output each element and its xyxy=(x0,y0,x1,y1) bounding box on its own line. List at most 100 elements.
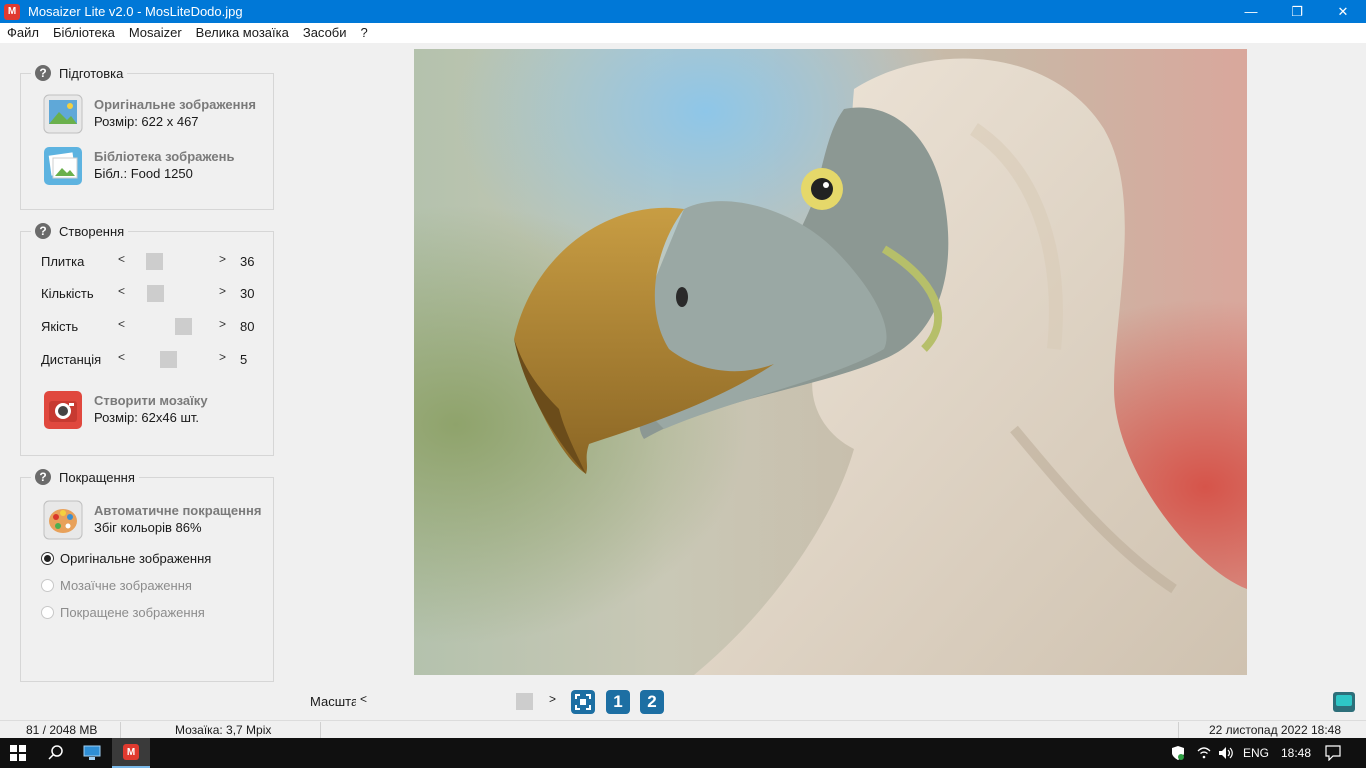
start-button[interactable] xyxy=(0,738,36,768)
slider-track[interactable]: < > xyxy=(116,316,228,336)
taskbar-mosaizer[interactable]: M xyxy=(112,738,150,768)
menu-help[interactable]: ? xyxy=(354,23,375,43)
menu-file[interactable]: Файл xyxy=(0,23,46,43)
fit-to-screen-button[interactable] xyxy=(571,690,595,714)
image-library-info: Бібл.: Food 1250 xyxy=(94,166,193,181)
menu-big-mosaic[interactable]: Велика мозаїка xyxy=(189,23,296,43)
create-title: Створення xyxy=(59,223,125,239)
slider-label: Кількість xyxy=(41,285,94,301)
chevron-left-icon[interactable]: < xyxy=(118,350,125,364)
slider-track[interactable]: < > xyxy=(116,283,228,303)
wifi-tray[interactable] xyxy=(1194,738,1214,768)
monitor-icon[interactable] xyxy=(1333,692,1355,712)
chevron-right-icon[interactable]: > xyxy=(219,317,226,331)
zoom-control: Масштаб < > xyxy=(310,690,556,712)
help-icon[interactable]: ? xyxy=(35,223,51,239)
memory-status: 81 / 2048 MB xyxy=(26,723,98,737)
zoom-2-button[interactable]: 2 xyxy=(640,690,664,714)
radio-improved[interactable]: Покращене зображення xyxy=(41,605,205,620)
slider-value: 36 xyxy=(240,253,255,269)
create-mosaic-name: Створити мозаїку xyxy=(94,393,208,408)
fullscreen-icon xyxy=(575,694,591,710)
slider-thumb[interactable] xyxy=(145,253,163,270)
palette-icon xyxy=(43,500,83,540)
menu-library[interactable]: Бібліотека xyxy=(46,23,122,43)
original-image-name: Оригінальне зображення xyxy=(94,97,256,112)
app-icon[interactable]: M xyxy=(4,3,20,20)
slider-distance: Дистанція < > 5 xyxy=(41,349,261,369)
radio-mosaic[interactable]: Мозаїчне зображення xyxy=(41,578,192,593)
slider-value: 80 xyxy=(240,318,255,334)
slider-label: Плитка xyxy=(41,253,85,269)
slider-quality: Якість < > 80 xyxy=(41,316,261,336)
slider-thumb[interactable] xyxy=(174,318,192,335)
image-library-name: Бібліотека зображень xyxy=(94,149,235,164)
prep-group: ? Підготовка Оригінальне зображення Розм… xyxy=(20,65,274,210)
menu-mosaizer[interactable]: Mosaizer xyxy=(122,23,189,43)
create-group: ? Створення Плитка < > 36 Кількість < > … xyxy=(20,223,274,456)
language-indicator[interactable]: ENG xyxy=(1243,738,1269,768)
zoom-1-button[interactable]: 1 xyxy=(606,690,630,714)
radio-button[interactable] xyxy=(41,552,54,565)
search-icon xyxy=(48,745,63,760)
create-mosaic-size: Розмір: 62x46 шт. xyxy=(94,410,200,425)
chevron-right-icon[interactable]: > xyxy=(219,252,226,266)
slider-value: 5 xyxy=(240,351,248,367)
menu-tools[interactable]: Засоби xyxy=(296,23,354,43)
shield-icon xyxy=(1172,746,1184,760)
minimize-button[interactable]: — xyxy=(1228,0,1274,23)
volume-tray[interactable] xyxy=(1216,738,1236,768)
zoom-label: Масштаб xyxy=(310,693,356,709)
preview-photo xyxy=(414,49,1247,675)
slider-label: Якість xyxy=(41,318,79,334)
radio-label: Оригінальне зображення xyxy=(60,551,212,566)
zoom-track[interactable]: < > xyxy=(360,691,556,711)
status-date: 22 листопад 2022 xyxy=(1209,723,1308,737)
radio-button[interactable] xyxy=(41,579,54,592)
chevron-right-icon[interactable]: > xyxy=(219,284,226,298)
search-button[interactable] xyxy=(38,738,74,768)
auto-improve-name: Автоматичне покращення xyxy=(94,503,262,518)
slider-thumb[interactable] xyxy=(159,351,177,368)
radio-button[interactable] xyxy=(41,606,54,619)
slider-track[interactable]: < > xyxy=(116,349,228,369)
auto-improve-action[interactable]: Автоматичне покращення Збіг кольорів 86% xyxy=(43,500,261,540)
image-library-action[interactable]: Бібліотека зображень Бібл.: Food 1250 xyxy=(43,146,235,186)
title-bar: M Mosaizer Lite v2.0 - MosLiteDodo.jpg —… xyxy=(0,0,1366,23)
notifications-button[interactable] xyxy=(1322,738,1344,768)
prep-title: Підготовка xyxy=(59,65,124,81)
computer-icon xyxy=(83,745,101,760)
help-icon[interactable]: ? xyxy=(35,469,51,485)
taskbar-clock[interactable]: 18:48 xyxy=(1281,738,1311,768)
slider-track[interactable]: < > xyxy=(116,251,228,271)
slider-tile: Плитка < > 36 xyxy=(41,251,261,271)
notification-icon xyxy=(1325,745,1341,761)
zoom-thumb[interactable] xyxy=(516,693,533,710)
chevron-right-icon[interactable]: > xyxy=(219,350,226,364)
close-button[interactable]: ✕ xyxy=(1320,0,1366,23)
slider-thumb[interactable] xyxy=(147,285,165,302)
window-title: Mosaizer Lite v2.0 - MosLiteDodo.jpg xyxy=(28,4,243,19)
mosaic-status: Мозаїка: 3,7 Mpix xyxy=(175,723,272,737)
chevron-left-icon[interactable]: < xyxy=(118,317,125,331)
radio-label: Мозаїчне зображення xyxy=(60,578,192,593)
help-icon[interactable]: ? xyxy=(35,65,51,81)
taskbar: M ENG 18:48 xyxy=(0,738,1366,768)
menu-bar: Файл Бібліотека Mosaizer Велика мозаїка … xyxy=(0,23,1366,43)
shield-tray[interactable] xyxy=(1168,738,1188,768)
slider-count: Кількість < > 30 xyxy=(41,283,261,303)
volume-icon xyxy=(1219,747,1233,759)
taskbar-computer[interactable] xyxy=(74,738,110,768)
chevron-left-icon[interactable]: < xyxy=(360,692,367,706)
maximize-button[interactable]: ❐ xyxy=(1274,0,1320,23)
create-mosaic-action[interactable]: Створити мозаїку Розмір: 62x46 шт. xyxy=(43,390,208,430)
improve-group: ? Покращення Автоматичне покращення Збіг… xyxy=(20,469,274,682)
image-preview[interactable] xyxy=(414,49,1247,675)
radio-original[interactable]: Оригінальне зображення xyxy=(41,551,211,566)
original-image-action[interactable]: Оригінальне зображення Розмір: 622 x 467 xyxy=(43,94,256,134)
mosaizer-icon: M xyxy=(123,744,139,760)
status-bar: 81 / 2048 MB Мозаїка: 3,7 Mpix 22 листоп… xyxy=(0,720,1366,738)
chevron-left-icon[interactable]: < xyxy=(118,252,125,266)
chevron-left-icon[interactable]: < xyxy=(118,284,125,298)
chevron-right-icon[interactable]: > xyxy=(549,692,556,706)
